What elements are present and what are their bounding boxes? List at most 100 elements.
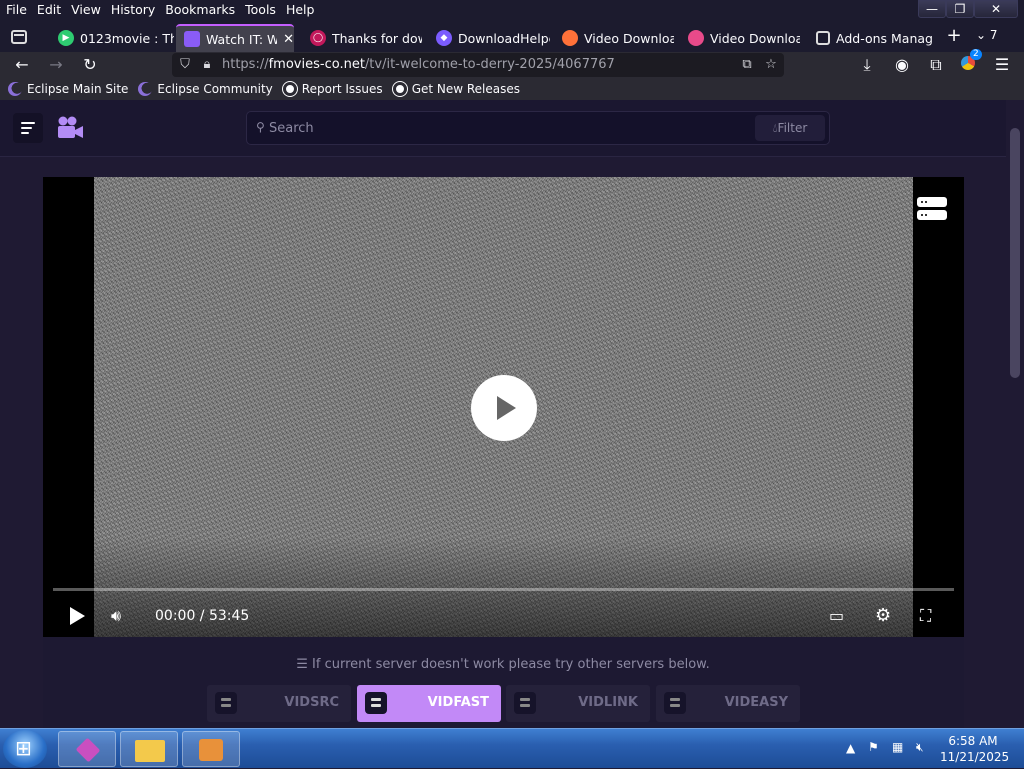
puzzle-icon: ⧉ (930, 55, 942, 74)
server-label: VIDFAST (427, 695, 489, 710)
account-button[interactable]: ◉ (892, 55, 912, 75)
url-text[interactable]: https://fmovies-co.net/tv/it-welcome-to-… (222, 57, 615, 72)
taskbar-clock[interactable]: 6:58 AM 11/21/2025 (940, 733, 1009, 765)
search-input[interactable]: Search (269, 121, 314, 136)
bookmark-get-new-releases[interactable]: Get New Releases (392, 82, 520, 96)
filter-button[interactable]: 💧︎Filter (755, 115, 825, 141)
video-player[interactable]: 🔊︎ 00:00 / 53:45 ▭ ⚙ ⛶ (43, 177, 964, 637)
menu-line-icon (21, 127, 32, 129)
tab-label: Add-ons Manag (836, 30, 932, 46)
tab-0123movie[interactable]: ▶ 0123movie : The (50, 24, 174, 52)
close-window-button[interactable]: ✕ (974, 0, 1018, 18)
volume-muted-icon[interactable]: 🔇︎ (916, 740, 924, 755)
play-button[interactable] (65, 605, 87, 627)
tab-watch-it[interactable]: Watch IT: We ✕ (176, 24, 294, 52)
firefox-view-icon (11, 30, 27, 44)
taskbar-app-explorer[interactable] (120, 731, 178, 767)
folder-icon (135, 740, 165, 762)
menu-bar: File Edit View History Bookmarks Tools H… (0, 0, 1024, 20)
captions-button[interactable]: ▭ (829, 605, 844, 627)
menu-view[interactable]: View (67, 0, 105, 20)
site-logo-camera-icon[interactable] (56, 115, 84, 141)
server-label: VIDEASY (724, 695, 788, 710)
sidebar-toggle-button[interactable] (13, 113, 43, 143)
menu-file[interactable]: File (2, 0, 31, 20)
new-tab-button[interactable]: + (943, 26, 965, 48)
close-tab-icon[interactable]: ✕ (283, 32, 294, 47)
menu-bookmarks[interactable]: Bookmarks (161, 0, 239, 20)
tab-video-downloader-1[interactable]: Video Downloac (554, 24, 674, 52)
bookmark-label: Report Issues (301, 82, 383, 96)
server-button-vidlink[interactable]: VIDLINK (506, 685, 650, 722)
extension-downloadhelper-button[interactable]: 2 (958, 49, 982, 75)
list-all-tabs-button[interactable]: ⌄ 7 (976, 28, 998, 42)
tab-video-downloader-2[interactable]: Video Downloac (680, 24, 800, 52)
taskbar-app-media[interactable] (182, 731, 240, 767)
menu-edit[interactable]: Edit (33, 0, 65, 20)
web-page: ⚲ Search 💧︎Filter 🔊︎ 00:00 / 53:45 ▭ ⚙ ⛶… (0, 100, 1006, 728)
search-bar[interactable]: ⚲ Search 💧︎Filter (246, 111, 830, 145)
bookmark-label: Eclipse Main Site (27, 82, 129, 96)
bookmark-eclipse-community[interactable]: Eclipse Community (138, 82, 273, 96)
server-icon (917, 210, 947, 220)
minimize-button[interactable]: — (918, 0, 946, 18)
eclipse-icon (8, 82, 22, 96)
action-center-flag-icon[interactable]: ⚑ (868, 740, 879, 754)
app-menu-button[interactable]: ☰ (992, 55, 1012, 75)
url-bar[interactable]: ⛉ 🔒︎ https://fmovies-co.net/tv/it-welcom… (172, 53, 784, 77)
downloads-button[interactable]: ⤓ (857, 55, 877, 75)
bookmark-report-issues[interactable]: Report Issues (282, 82, 383, 96)
captions-icon: ▭ (829, 606, 845, 625)
bookmarks-toolbar: Eclipse Main Site Eclipse Community Repo… (0, 78, 1024, 100)
server-icon (664, 692, 686, 714)
volume-button[interactable]: 🔊︎ (111, 605, 121, 627)
server-icon: ☰ (296, 657, 313, 672)
shield-icon[interactable]: ⛉ (176, 56, 194, 74)
url-scheme: https:// (222, 57, 269, 72)
camera-icon (58, 116, 83, 138)
menu-tools[interactable]: Tools (241, 0, 280, 20)
filter-label: Filter (777, 121, 808, 135)
tab-thanks[interactable]: ◯ Thanks for dowr (302, 24, 422, 52)
tab-addons-manager[interactable]: Add-ons Manag (808, 24, 932, 52)
maximize-button[interactable]: ❐ (946, 0, 974, 18)
server-button-vidfast[interactable]: VIDFAST (357, 685, 501, 722)
forward-button[interactable]: → (46, 55, 66, 75)
extensions-button[interactable]: ⧉ (926, 55, 946, 75)
start-button[interactable] (3, 730, 47, 768)
tab-downloadhelper[interactable]: ◆ DownloadHelpe (428, 24, 550, 52)
url-path: /tv/it-welcome-to-derry-2025/4067767 (364, 57, 615, 72)
gear-icon: ⚙ (875, 605, 892, 626)
tab-label: Video Downloac (710, 30, 800, 46)
firefox-view-button[interactable] (7, 26, 31, 48)
lock-icon[interactable]: 🔒︎ (198, 56, 216, 74)
show-hidden-icons-button[interactable]: ▲ (846, 741, 855, 755)
bookmark-star-icon[interactable]: ☆ (762, 56, 780, 74)
progress-bar[interactable] (53, 588, 954, 591)
fullscreen-button[interactable]: ⛶ (920, 605, 931, 627)
server-label: VIDSRC (284, 695, 339, 710)
play-favicon-icon: ▶ (58, 30, 74, 46)
menu-help[interactable]: Help (282, 0, 319, 20)
server-button-videasy[interactable]: VIDEASY (656, 685, 800, 722)
opera-favicon-icon: ◯ (310, 30, 326, 46)
taskbar-app-browser[interactable] (58, 731, 116, 767)
reload-button[interactable]: ↻ (80, 55, 100, 75)
page-scrollbar[interactable] (1006, 100, 1024, 728)
settings-button[interactable]: ⚙ (875, 605, 891, 627)
fullscreen-icon: ⛶ (920, 606, 932, 625)
server-icon (365, 692, 387, 714)
server-button-vidsrc[interactable]: VIDSRC (207, 685, 351, 722)
search-icon: ⚲ (256, 120, 265, 134)
bookmark-label: Eclipse Community (157, 82, 273, 96)
big-play-button[interactable] (471, 375, 537, 441)
site-header: ⚲ Search 💧︎Filter (0, 100, 1006, 157)
menu-history[interactable]: History (107, 0, 159, 20)
network-icon[interactable]: ▦ (892, 740, 903, 754)
pip-icon[interactable]: ⧉ (738, 56, 756, 74)
bookmark-eclipse-main-site[interactable]: Eclipse Main Site (8, 82, 128, 96)
scrollbar-thumb[interactable] (1010, 128, 1020, 378)
hamburger-menu-icon: ☰ (994, 55, 1010, 74)
server-list-button[interactable] (917, 197, 947, 221)
back-button[interactable]: ← (12, 55, 32, 75)
